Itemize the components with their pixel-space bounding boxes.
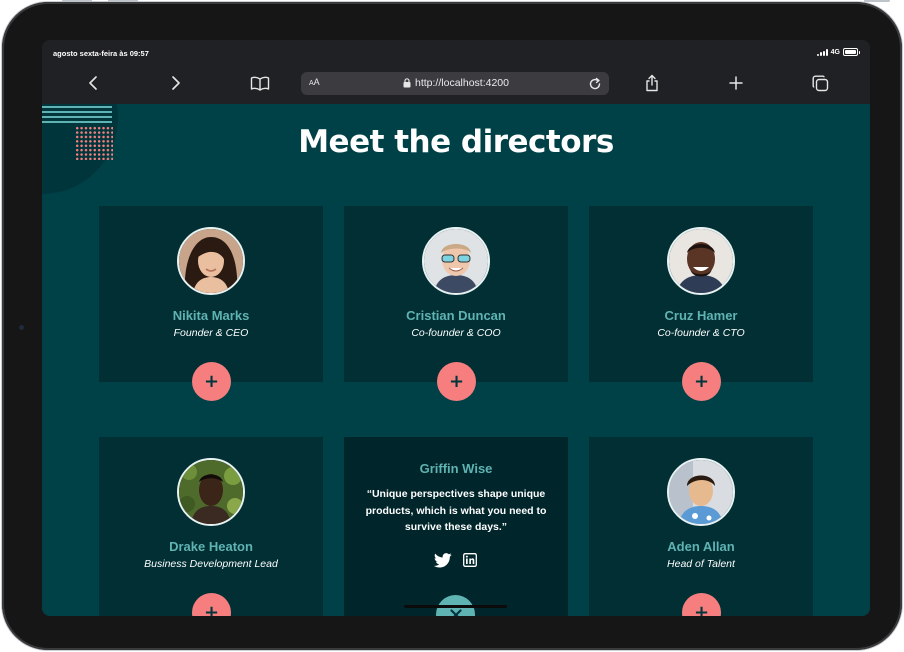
director-role: Founder & CEO bbox=[173, 327, 249, 339]
avatar bbox=[667, 227, 735, 295]
director-role: Head of Talent bbox=[667, 558, 735, 570]
twitter-link[interactable] bbox=[434, 553, 452, 568]
avatar bbox=[177, 458, 245, 526]
director-card: Cristian Duncan Co-founder & COO bbox=[344, 206, 568, 382]
status-indicators: 4G bbox=[816, 48, 860, 56]
bookmarks-button[interactable] bbox=[248, 72, 272, 94]
avatar bbox=[667, 458, 735, 526]
twitter-icon bbox=[434, 553, 452, 568]
address-bar[interactable]: AA http://localhost:4200 bbox=[301, 72, 609, 95]
expand-button[interactable]: + bbox=[192, 362, 231, 401]
avatar bbox=[177, 227, 245, 295]
reload-button[interactable] bbox=[588, 76, 602, 95]
director-name: Cristian Duncan bbox=[406, 308, 506, 323]
top-button bbox=[62, 0, 92, 2]
expand-button[interactable]: + bbox=[682, 362, 721, 401]
tabs-button[interactable] bbox=[808, 72, 832, 94]
status-time: agosto sexta-feira às 09:57 bbox=[53, 49, 149, 58]
front-camera bbox=[19, 325, 24, 330]
new-tab-button[interactable] bbox=[724, 72, 748, 94]
signal-icon bbox=[816, 48, 828, 56]
bookmarks-icon bbox=[250, 76, 270, 91]
forward-button[interactable] bbox=[164, 72, 188, 94]
new-tab-icon bbox=[729, 76, 743, 90]
director-role: Business Development Lead bbox=[144, 558, 278, 570]
director-card: Aden Allan Head of Talent bbox=[589, 437, 813, 616]
text-size-button[interactable]: AA bbox=[309, 77, 320, 87]
avatar bbox=[422, 227, 490, 295]
page-title: Meet the directors bbox=[298, 124, 614, 160]
director-card: Nikita Marks Founder & CEO bbox=[99, 206, 323, 382]
director-name: Nikita Marks bbox=[172, 308, 250, 323]
director-quote: “Unique perspectives shape unique produc… bbox=[365, 488, 547, 533]
director-name: Aden Allan bbox=[667, 539, 735, 554]
director-name: Griffin Wise bbox=[419, 461, 493, 476]
home-indicator[interactable] bbox=[404, 605, 507, 608]
battery-icon bbox=[843, 48, 860, 56]
back-icon bbox=[89, 76, 97, 90]
top-button bbox=[108, 0, 138, 2]
directors-page: Meet the directors Nikita Marks Founder … bbox=[42, 104, 870, 616]
decorative-lines bbox=[42, 106, 112, 126]
linkedin-link[interactable] bbox=[463, 553, 477, 567]
network-label: 4G bbox=[830, 48, 840, 56]
reload-icon bbox=[589, 77, 601, 90]
tabs-icon bbox=[812, 75, 828, 91]
linkedin-icon bbox=[463, 553, 477, 567]
close-icon bbox=[449, 608, 462, 616]
forward-icon bbox=[172, 76, 180, 90]
director-card: Cruz Hamer Co-founder & CTO bbox=[589, 206, 813, 382]
director-name: Cruz Hamer bbox=[664, 308, 738, 323]
director-role: Co-founder & CTO bbox=[657, 327, 745, 339]
url-text: http://localhost:4200 bbox=[415, 77, 509, 89]
director-name: Drake Heaton bbox=[169, 539, 253, 554]
director-quote-card: Griffin Wise “Unique perspectives shape … bbox=[344, 437, 568, 616]
back-button[interactable] bbox=[81, 72, 105, 94]
director-card: Drake Heaton Business Development Lead bbox=[99, 437, 323, 616]
director-role: Co-founder & COO bbox=[411, 327, 501, 339]
screen: agosto sexta-feira às 09:57 4G AA http:/… bbox=[42, 40, 870, 616]
power-button bbox=[864, 0, 890, 2]
share-icon bbox=[646, 74, 658, 92]
browser-chrome: agosto sexta-feira às 09:57 4G AA http:/… bbox=[42, 40, 870, 104]
expand-button[interactable]: + bbox=[437, 362, 476, 401]
lock-icon bbox=[403, 78, 411, 88]
tablet-frame: agosto sexta-feira às 09:57 4G AA http:/… bbox=[2, 0, 902, 650]
share-button[interactable] bbox=[640, 72, 664, 94]
